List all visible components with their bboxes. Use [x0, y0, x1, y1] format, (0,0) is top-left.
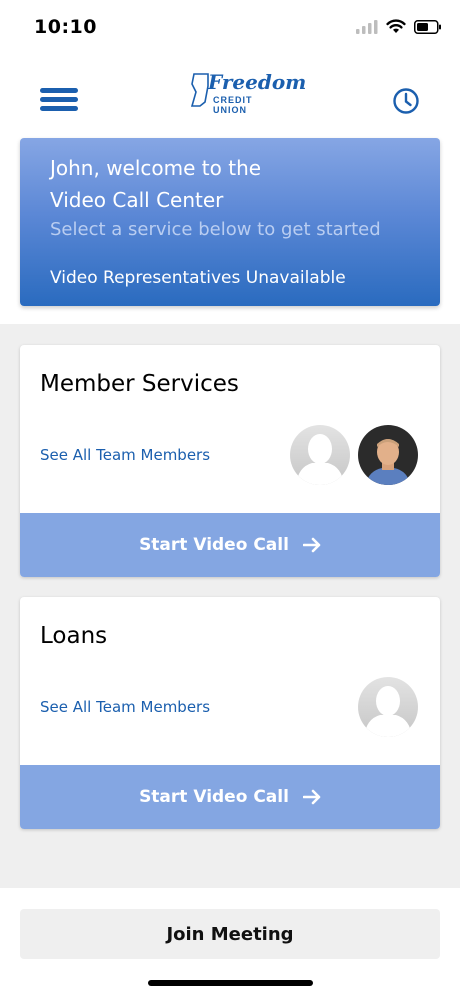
- home-indicator[interactable]: [148, 980, 313, 986]
- logo-main-text: Freedom: [208, 70, 307, 94]
- arrow-right-icon: [302, 789, 321, 805]
- see-all-team-members-link[interactable]: See All Team Members: [40, 446, 210, 464]
- welcome-banner: John, welcome to the Video Call Center S…: [20, 138, 440, 306]
- wifi-icon: [386, 19, 406, 33]
- arrow-right-icon: [302, 537, 321, 553]
- footer: Join Meeting: [0, 888, 460, 996]
- signal-icon: [356, 19, 378, 34]
- welcome-title-line1: John, welcome to the: [50, 156, 262, 180]
- photo-avatar[interactable]: [358, 425, 418, 485]
- placeholder-avatar[interactable]: [290, 425, 350, 485]
- logo-sub-text: CREDIT UNION: [213, 95, 253, 115]
- start-video-call-button[interactable]: Start Video Call: [20, 513, 440, 577]
- welcome-title-line2: Video Call Center: [50, 188, 224, 212]
- availability-status: Video Representatives Unavailable: [50, 268, 346, 288]
- join-meeting-button[interactable]: Join Meeting: [20, 909, 440, 959]
- start-video-call-button[interactable]: Start Video Call: [20, 765, 440, 829]
- service-card-member-services: Member Services See All Team Members Sta…: [20, 345, 440, 577]
- start-video-call-label: Start Video Call: [139, 535, 289, 555]
- service-card-loans: Loans See All Team Members Start Video C…: [20, 597, 440, 829]
- see-all-team-members-link[interactable]: See All Team Members: [40, 698, 210, 716]
- welcome-subtitle: Select a service below to get started: [50, 219, 381, 240]
- service-title: Loans: [40, 623, 108, 649]
- welcome-title: John, welcome to the Video Call Center: [50, 152, 430, 216]
- placeholder-avatar[interactable]: [358, 677, 418, 737]
- freedom-credit-union-logo: Freedom CREDIT UNION: [186, 70, 306, 115]
- status-time: 10:10: [34, 16, 97, 38]
- app-header: Freedom CREDIT UNION: [0, 56, 460, 136]
- battery-icon: [414, 19, 441, 34]
- service-title: Member Services: [40, 371, 239, 397]
- status-icons: [356, 19, 442, 34]
- status-bar: 10:10: [0, 0, 460, 56]
- start-video-call-label: Start Video Call: [139, 787, 289, 807]
- clock-icon[interactable]: [392, 87, 420, 115]
- hamburger-menu-icon[interactable]: [40, 88, 80, 111]
